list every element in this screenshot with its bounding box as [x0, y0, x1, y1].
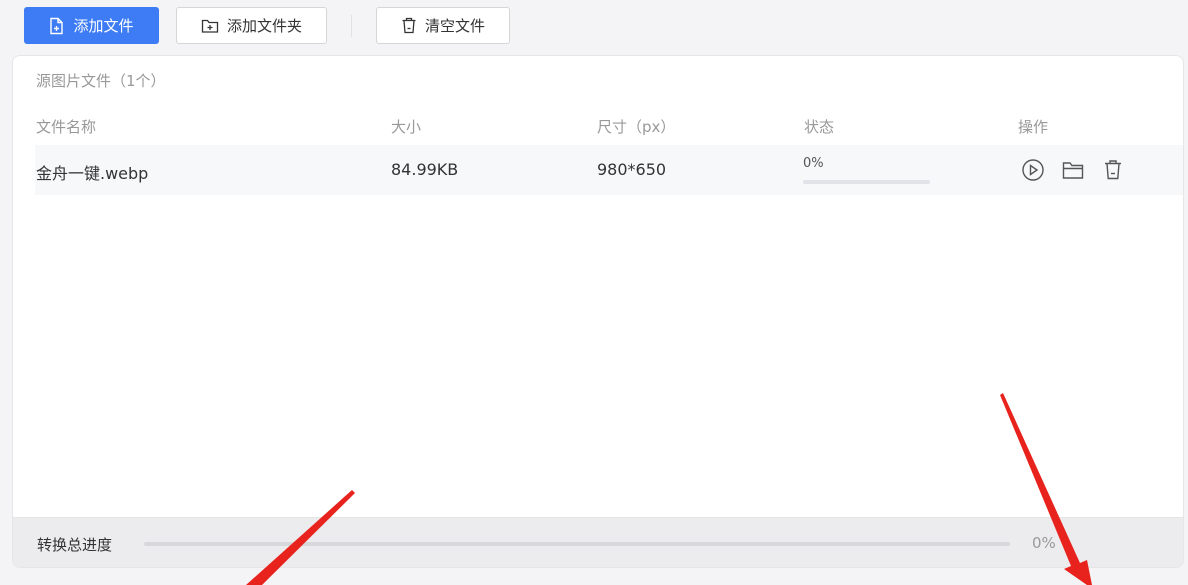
toolbar: 添加文件 添加文件夹 清空文件 — [0, 0, 1188, 52]
column-header-status: 状态 — [804, 118, 835, 136]
column-header-dimensions: 尺寸（px） — [597, 118, 676, 136]
total-progress-bar — [144, 542, 1010, 546]
add-folder-button[interactable]: 添加文件夹 — [176, 7, 327, 44]
file-progress-bar — [803, 180, 930, 184]
column-header-name: 文件名称 — [36, 118, 97, 136]
file-name-cell: 金舟一键.webp — [36, 164, 149, 183]
add-folder-label: 添加文件夹 — [226, 17, 302, 35]
column-header-size: 大小 — [391, 118, 422, 136]
table-header: 文件名称 大小 尺寸（px） 状态 操作 — [36, 116, 1176, 136]
panel-title: 源图片文件（1个） — [36, 72, 166, 90]
source-files-panel: 源图片文件（1个） 文件名称 大小 尺寸（px） 状态 操作 金舟一键.webp… — [12, 55, 1184, 568]
clear-files-button[interactable]: 清空文件 — [376, 7, 510, 44]
add-file-label: 添加文件 — [73, 17, 134, 35]
total-progress-footer: 转换总进度 0% — [13, 517, 1183, 567]
trash-icon — [401, 17, 417, 34]
total-progress-label: 转换总进度 — [37, 536, 113, 554]
folder-icon[interactable] — [1060, 157, 1086, 183]
trash-icon[interactable] — [1100, 157, 1126, 183]
add-file-icon — [49, 17, 65, 35]
clear-files-label: 清空文件 — [424, 17, 485, 35]
table-row[interactable]: 金舟一键.webp 84.99KB 980*650 0% — [35, 145, 1183, 195]
file-dimensions-cell: 980*650 — [597, 160, 667, 179]
file-status-text: 0% — [803, 156, 824, 171]
toolbar-divider — [351, 15, 352, 37]
file-size-cell: 84.99KB — [391, 160, 459, 179]
add-folder-icon — [201, 18, 219, 34]
total-progress-percent: 0% — [1032, 534, 1056, 552]
add-file-button[interactable]: 添加文件 — [24, 7, 159, 44]
row-actions — [1020, 157, 1140, 183]
column-header-actions: 操作 — [1018, 118, 1049, 136]
play-circle-icon[interactable] — [1020, 157, 1046, 183]
